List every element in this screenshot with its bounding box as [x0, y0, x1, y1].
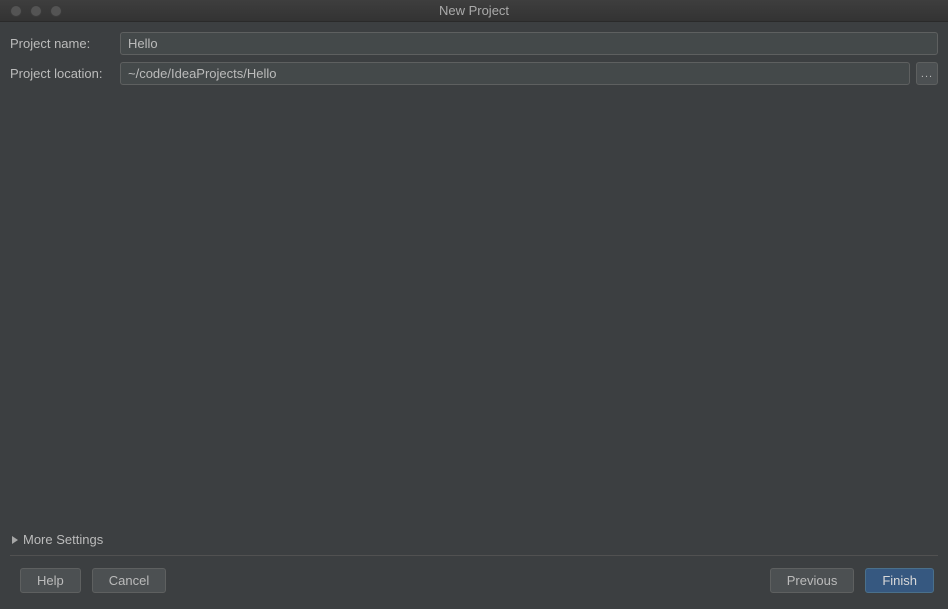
project-name-row: Project name:	[10, 32, 938, 55]
help-button[interactable]: Help	[20, 568, 81, 593]
spacer	[10, 85, 938, 528]
project-location-input[interactable]	[120, 62, 910, 85]
browse-location-button[interactable]: ...	[916, 62, 938, 85]
window-title: New Project	[0, 3, 948, 18]
ellipsis-icon: ...	[921, 68, 933, 80]
window-titlebar: New Project	[0, 0, 948, 22]
finish-button[interactable]: Finish	[865, 568, 934, 593]
project-name-label: Project name:	[10, 36, 114, 51]
button-bar: Help Cancel Previous Finish	[10, 568, 938, 609]
expand-triangle-icon	[12, 536, 18, 544]
dialog-content: Project name: Project location: ... More…	[0, 22, 948, 609]
separator	[10, 555, 938, 556]
project-location-label: Project location:	[10, 66, 114, 81]
traffic-lights	[0, 5, 62, 17]
form-area: Project name: Project location: ...	[10, 32, 938, 85]
more-settings-label: More Settings	[23, 532, 103, 547]
button-spacer	[177, 568, 759, 593]
cancel-button[interactable]: Cancel	[92, 568, 166, 593]
close-window-icon[interactable]	[10, 5, 22, 17]
minimize-window-icon[interactable]	[30, 5, 42, 17]
more-settings-toggle[interactable]: More Settings	[10, 528, 938, 555]
previous-button[interactable]: Previous	[770, 568, 855, 593]
zoom-window-icon[interactable]	[50, 5, 62, 17]
project-location-row: Project location: ...	[10, 62, 938, 85]
project-name-input[interactable]	[120, 32, 938, 55]
